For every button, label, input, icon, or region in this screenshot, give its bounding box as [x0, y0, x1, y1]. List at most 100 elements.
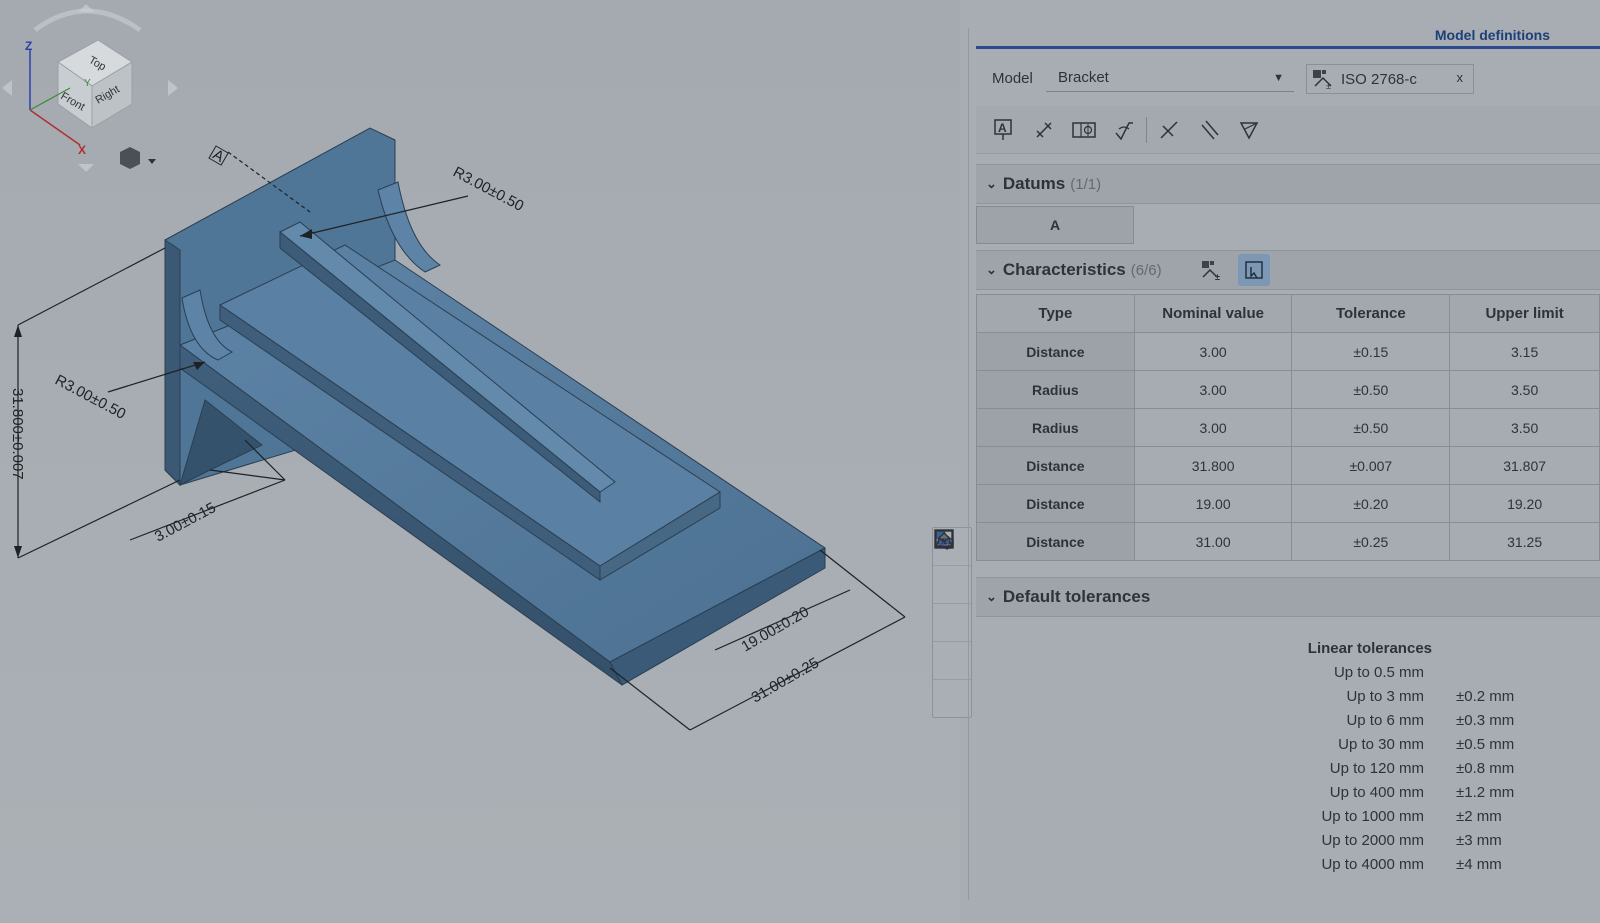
- dim-radius-top[interactable]: R3.00±0.50: [450, 164, 526, 215]
- default-tolerances-section-header[interactable]: ⌄ Default tolerances: [976, 577, 1600, 617]
- linear-tolerances-title: Linear tolerances: [1307, 640, 1432, 657]
- toolbar-separator: [1146, 116, 1147, 143]
- view-cube[interactable]: Top Front Right Z X Y: [0, 0, 190, 180]
- model-label: Model: [992, 70, 1033, 87]
- panel-divider[interactable]: [968, 28, 969, 900]
- datums-count: (1/1): [1070, 175, 1102, 193]
- cell-nominal: 3.00: [1133, 370, 1293, 409]
- chevron-down-icon[interactable]: ⌄: [986, 589, 997, 605]
- cell-type: Distance: [976, 522, 1135, 561]
- cell-upper-limit: 31.25: [1449, 522, 1600, 561]
- table-row[interactable]: Distance 3.00 ±0.15 3.15: [976, 332, 1600, 371]
- tolerance-limit: Up to 4000 mm: [1321, 856, 1424, 873]
- close-icon[interactable]: x: [1457, 70, 1464, 85]
- dim-depth[interactable]: 3.00±0.15: [152, 499, 219, 545]
- axis-x-label: X: [78, 143, 86, 157]
- cell-upper-limit: 19.20: [1449, 484, 1600, 523]
- cell-tolerance: ±0.25: [1291, 522, 1451, 561]
- 3d-viewport[interactable]: R3.00±0.50 R3.00±0.50 31.800±0.007 3.00±…: [0, 0, 972, 923]
- model-row: Model Bracket ▼ ± ISO 2768-c x: [976, 62, 1600, 96]
- angle-icon[interactable]: [1149, 112, 1189, 148]
- chevron-down-icon[interactable]: ⌄: [986, 176, 997, 192]
- characteristics-title: Characteristics: [1002, 260, 1126, 279]
- characteristics-table: Type Nominal value Tolerance Upper limit…: [976, 294, 1600, 561]
- list-item: Up to 30 mm ±0.5 mm: [1276, 736, 1576, 760]
- annotation-icon[interactable]: A: [984, 112, 1024, 148]
- chevron-down-icon[interactable]: ▼: [1273, 64, 1284, 92]
- parallel-icon[interactable]: [1189, 112, 1229, 148]
- column-header-tolerance[interactable]: Tolerance: [1291, 294, 1451, 333]
- feature-control-frame-icon[interactable]: [1064, 112, 1104, 148]
- list-item: Up to 2000 mm ±3 mm: [1276, 832, 1576, 856]
- cell-nominal: 31.800: [1133, 446, 1293, 485]
- cell-tolerance: ±0.007: [1291, 446, 1451, 485]
- table-row[interactable]: Distance 31.00 ±0.25 31.25: [976, 522, 1600, 561]
- standard-chip-label: ISO 2768-c: [1341, 70, 1417, 88]
- svg-text:A: A: [998, 121, 1007, 135]
- tolerance-value: ±0.8 mm: [1456, 760, 1515, 777]
- tolerance-limit: Up to 3 mm: [1346, 688, 1424, 705]
- datum-flag[interactable]: A: [208, 145, 229, 167]
- tolerance-limit: Up to 6 mm: [1346, 712, 1424, 729]
- axis-z-label: Z: [25, 39, 32, 53]
- cell-nominal: 31.00: [1133, 522, 1293, 561]
- tolerance-limit: Up to 120 mm: [1329, 760, 1424, 777]
- cell-type: Distance: [976, 446, 1135, 485]
- column-header-type[interactable]: Type: [976, 294, 1135, 333]
- select-in-viewport-icon[interactable]: [1238, 254, 1270, 286]
- svg-text:(x): (x): [937, 533, 951, 547]
- svg-text:±: ±: [1215, 272, 1220, 281]
- cell-upper-limit: 3.50: [1449, 408, 1600, 447]
- variables-icon[interactable]: (x): [933, 529, 971, 717]
- cell-tolerance: ±0.15: [1291, 332, 1451, 371]
- render-mode-icon[interactable]: [933, 532, 971, 680]
- list-item: Up to 120 mm ±0.8 mm: [1276, 760, 1576, 784]
- dim-vertical[interactable]: 31.800±0.007: [9, 388, 26, 480]
- cell-type: Distance: [976, 332, 1135, 371]
- table-row[interactable]: Distance 31.800 ±0.007 31.807: [976, 446, 1600, 485]
- datums-section-header[interactable]: ⌄ Datums (1/1): [976, 164, 1600, 204]
- explode-view-icon[interactable]: [933, 531, 971, 604]
- standard-chip[interactable]: ± ISO 2768-c x: [1306, 64, 1474, 94]
- table-row[interactable]: Distance 19.00 ±0.20 19.20: [976, 484, 1600, 523]
- cell-nominal: 3.00: [1133, 408, 1293, 447]
- tolerance-value: ±0.5 mm: [1456, 736, 1515, 753]
- cell-type: Radius: [976, 408, 1135, 447]
- svg-text:±: ±: [1326, 81, 1331, 90]
- tolerance-limit: Up to 2000 mm: [1321, 832, 1424, 849]
- tolerance-table-icon[interactable]: ±: [1196, 254, 1228, 286]
- named-views-icon[interactable]: [933, 530, 971, 642]
- back-plate-edge: [164, 239, 181, 487]
- model-select-value: Bracket: [1058, 69, 1109, 86]
- cell-upper-limit: 3.15: [1449, 332, 1600, 371]
- view-rotate-right-icon[interactable]: [168, 80, 178, 96]
- characteristics-count: (6/6): [1130, 261, 1162, 279]
- list-item: Up to 0.5 mm: [1276, 664, 1576, 688]
- column-header-nominal[interactable]: Nominal value: [1133, 294, 1293, 333]
- panel-title[interactable]: Model definitions: [1435, 27, 1550, 43]
- view-rotate-down-icon[interactable]: [78, 164, 94, 172]
- cell-upper-limit: 31.807: [1449, 446, 1600, 485]
- tolerance-value: ±0.3 mm: [1456, 712, 1515, 729]
- datum-item[interactable]: A: [976, 206, 1134, 244]
- table-row[interactable]: Radius 3.00 ±0.50 3.50: [976, 408, 1600, 447]
- table-header-row: Type Nominal value Tolerance Upper limit: [976, 294, 1600, 333]
- dim-radius-left[interactable]: R3.00±0.50: [52, 372, 128, 423]
- flatness-icon[interactable]: [1229, 112, 1269, 148]
- chevron-down-icon[interactable]: ⌄: [986, 262, 997, 278]
- tolerance-limit: Up to 0.5 mm: [1333, 664, 1424, 681]
- view-rotate-left-icon[interactable]: [2, 80, 12, 96]
- list-item: Up to 4000 mm ±4 mm: [1276, 856, 1576, 880]
- characteristics-section-header[interactable]: ⌄ Characteristics (6/6) ±: [976, 250, 1600, 290]
- cell-tolerance: ±0.20: [1291, 484, 1451, 523]
- tolerance-limit: Up to 1000 mm: [1321, 808, 1424, 825]
- dimension-icon[interactable]: [1024, 112, 1064, 148]
- view-mode-dropdown-icon[interactable]: [120, 147, 156, 169]
- table-row[interactable]: Radius 3.00 ±0.50 3.50: [976, 370, 1600, 409]
- surface-finish-icon[interactable]: [1104, 112, 1144, 148]
- model-select[interactable]: Bracket ▼: [1046, 64, 1294, 92]
- dim-thirtyone[interactable]: 31.00±0.25: [749, 654, 822, 706]
- svg-text:A: A: [210, 146, 227, 166]
- tolerance-value: ±0.2 mm: [1456, 688, 1515, 705]
- column-header-upper-limit[interactable]: Upper limit: [1449, 294, 1600, 333]
